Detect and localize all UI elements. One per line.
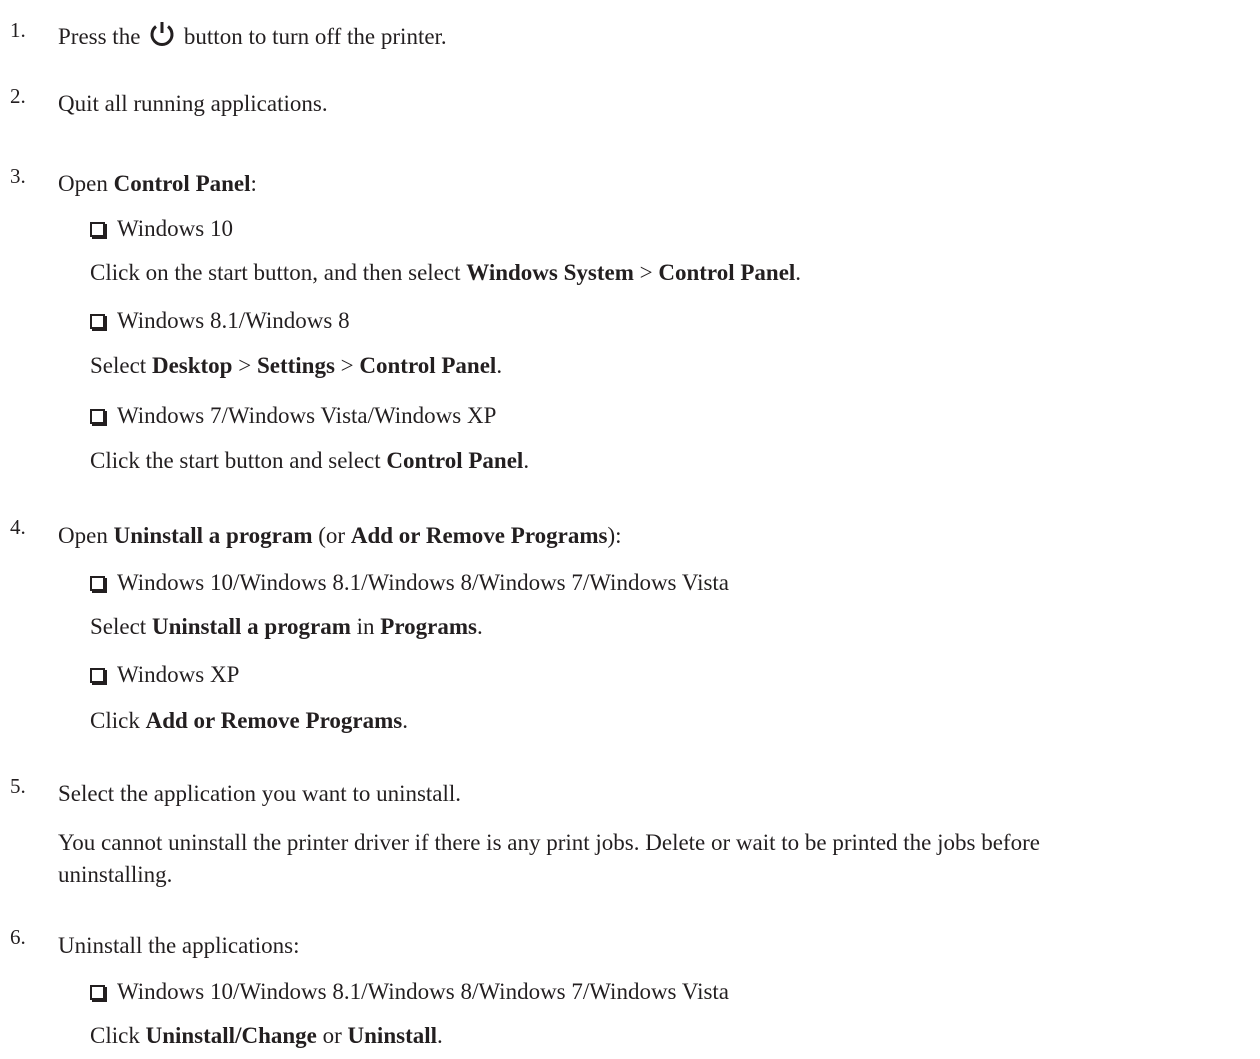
list-item: Windows 8.1/Windows 8 [90, 307, 350, 335]
step-intro: Open Control Panel: [58, 171, 257, 196]
checkbox-bullet-icon [90, 576, 105, 591]
list-item-detail: Select Uninstall a program in Programs. [90, 614, 483, 639]
list-item-label: Windows 8.1/Windows 8 [117, 308, 350, 333]
power-icon [150, 22, 174, 46]
checkbox-bullet-icon [90, 314, 105, 329]
list-item-detail: Click on the start button, and then sele… [90, 260, 802, 285]
step-text-after: button to turn off the printer. [183, 24, 447, 49]
list-item: Windows 7/Windows Vista/Windows XP [90, 402, 496, 430]
list-item-detail: Click Add or Remove Programs. [90, 708, 408, 733]
step-text: Uninstall the applications: [58, 933, 300, 958]
list-item-detail: Click Uninstall/Change or Uninstall. [90, 1023, 443, 1048]
list-item-label: Windows 10/Windows 8.1/Windows 8/Windows… [117, 979, 730, 1004]
step-note: uninstalling. [58, 862, 173, 887]
list-item: Windows XP [90, 661, 239, 689]
checkbox-bullet-icon [90, 668, 105, 683]
step-text: Quit all running applications. [58, 91, 328, 116]
list-item-detail: Select Desktop > Settings > Control Pane… [90, 353, 503, 378]
step-number: 2. [10, 84, 26, 108]
step-number: 5. [10, 774, 26, 798]
list-item-label: Windows 10/Windows 8.1/Windows 8/Windows… [117, 570, 730, 595]
step-number: 4. [10, 515, 26, 539]
step-text: Select the application you want to unins… [58, 781, 462, 806]
step-text: Press the button to turn off the printer… [58, 20, 447, 51]
step-number: 6. [10, 925, 26, 949]
list-item: Windows 10/Windows 8.1/Windows 8/Windows… [90, 978, 729, 1006]
list-item: Windows 10/Windows 8.1/Windows 8/Windows… [90, 569, 729, 597]
step-number: 3. [10, 164, 26, 188]
checkbox-bullet-icon [90, 222, 105, 237]
checkbox-bullet-icon [90, 409, 105, 424]
list-item-label: Windows 7/Windows Vista/Windows XP [117, 403, 497, 428]
list-item-label: Windows 10 [117, 216, 233, 241]
checkbox-bullet-icon [90, 985, 105, 1000]
list-item: Windows 10 [90, 215, 233, 243]
step-number: 1. [10, 18, 26, 42]
step-text-before: Press the [58, 24, 141, 49]
step-note: You cannot uninstall the printer driver … [58, 830, 1040, 855]
list-item-detail: Click the start button and select Contro… [90, 448, 530, 473]
step-intro: Open Uninstall a program (or Add or Remo… [58, 523, 622, 548]
list-item-label: Windows XP [117, 662, 240, 687]
